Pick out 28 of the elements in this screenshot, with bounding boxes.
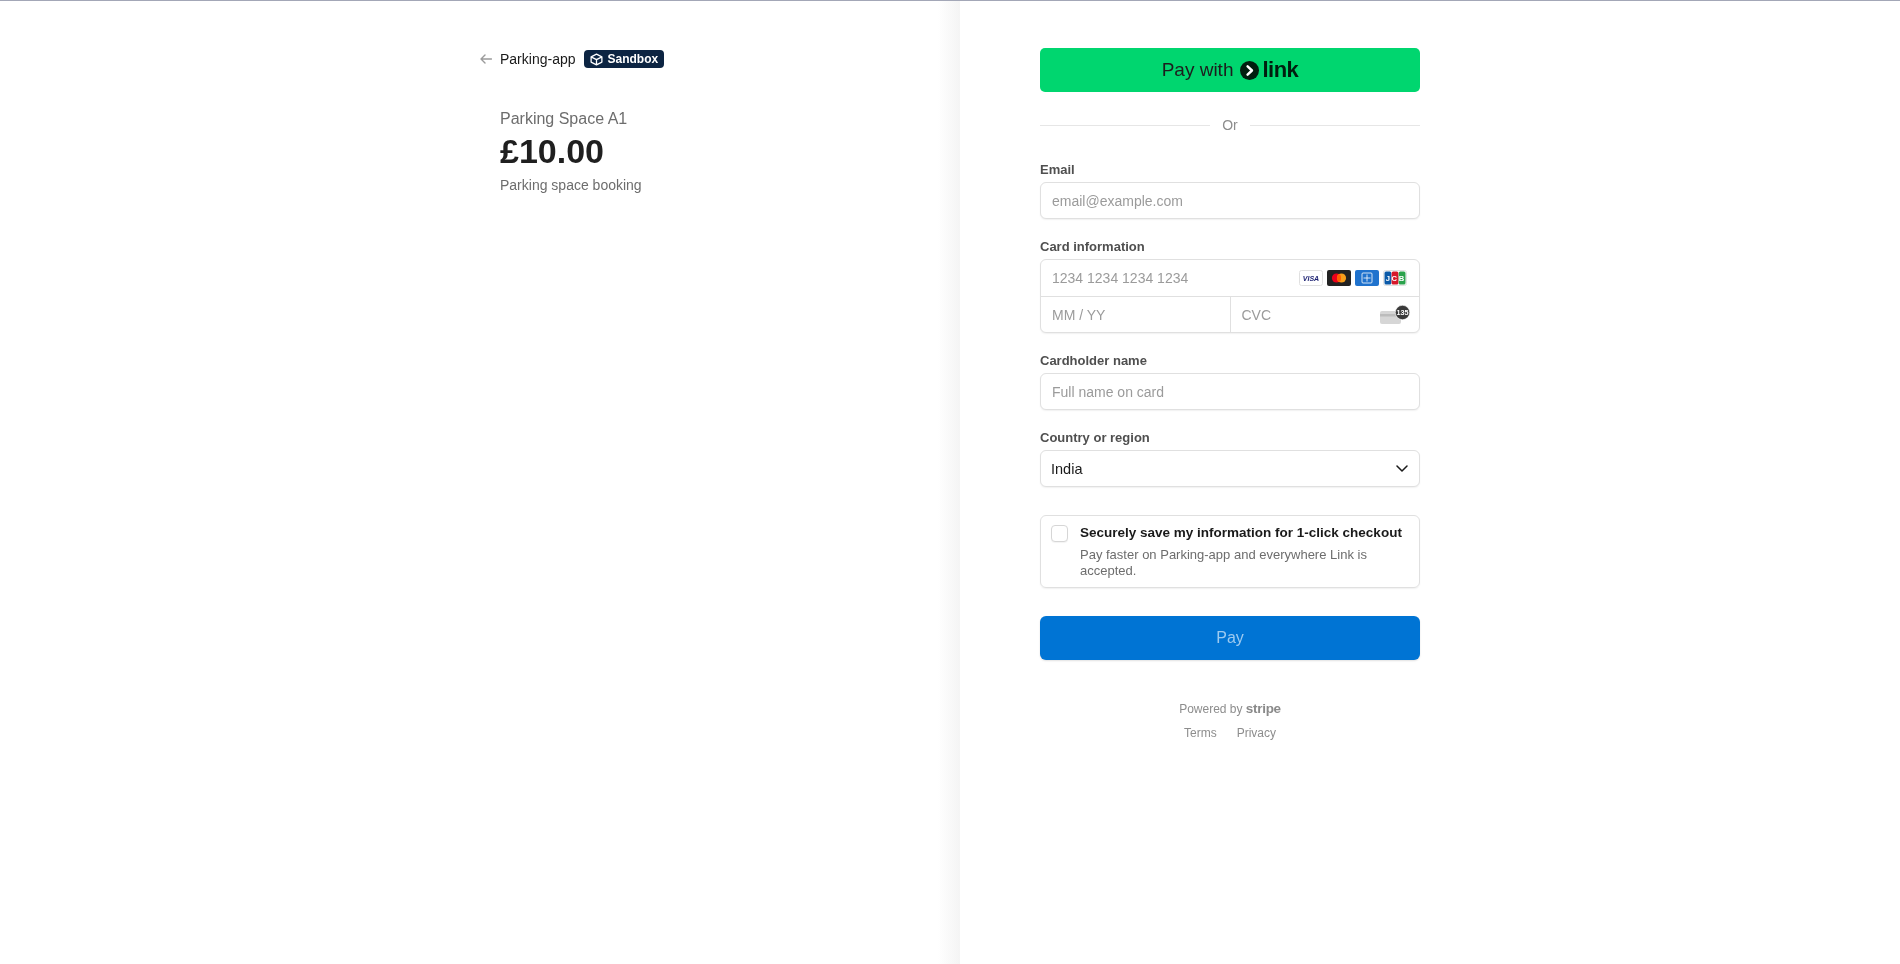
save-info-description: Pay faster on Parking-app and everywhere Link is accepted. xyxy=(1080,547,1368,579)
country-select[interactable]: India xyxy=(1040,450,1420,487)
field-label: Email xyxy=(1040,161,1075,178)
back-arrow-icon xyxy=(480,54,492,64)
expiry-field[interactable]: MM / YY xyxy=(1041,297,1230,332)
card-number-field[interactable]: 1234 1234 1234 1234 xyxy=(1041,260,1299,296)
email-field[interactable]: email@example.com xyxy=(1040,182,1420,219)
mode-label: Sandbox xyxy=(607,52,659,66)
save-info-title: Securely save my information for 1-click checkout xyxy=(1080,524,1402,542)
cube-icon xyxy=(589,52,603,66)
chevron-circle-icon xyxy=(1240,60,1260,80)
product-name: Parking Space A1 xyxy=(500,109,628,129)
amex-logo-icon xyxy=(1355,270,1379,286)
footer-link[interactable]: Terms xyxy=(1184,725,1217,741)
checkbox[interactable] xyxy=(1051,525,1068,542)
field-label: Card information xyxy=(1040,238,1145,255)
price-amount: £10.00 xyxy=(500,131,604,172)
cardholder-name-field[interactable]: Full name on card xyxy=(1040,373,1420,410)
field-label: Cardholder name xyxy=(1040,352,1147,369)
field-label: Country or region xyxy=(1040,429,1150,446)
product-description: Parking space booking xyxy=(500,176,642,194)
cvc-field[interactable]: CVC xyxy=(1230,297,1380,332)
pay-with-link-button[interactable]: Pay with link xyxy=(1040,48,1420,92)
powered-by-text: Powered by stripe xyxy=(1179,701,1281,717)
divider-label: Or xyxy=(1222,117,1238,133)
back-link[interactable]: Parking-app xyxy=(480,51,576,67)
chevron-down-icon xyxy=(1396,465,1408,472)
mastercard-logo-icon xyxy=(1327,270,1351,286)
